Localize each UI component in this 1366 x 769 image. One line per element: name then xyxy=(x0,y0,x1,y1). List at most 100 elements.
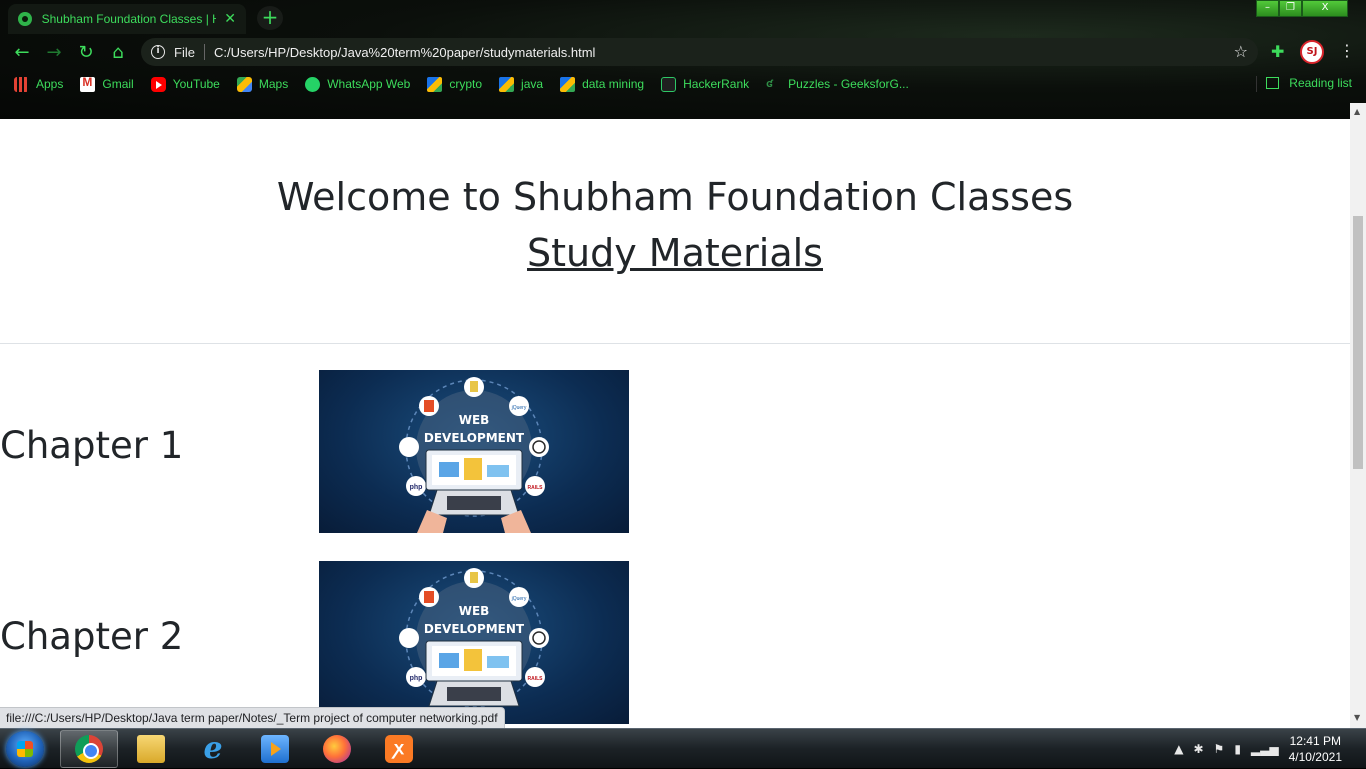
system-clock[interactable]: 12:41 PM 4/10/2021 xyxy=(1289,733,1342,765)
site-favicon-icon xyxy=(18,12,32,26)
chapter-1-label: Chapter 1 xyxy=(0,424,184,467)
bookmark-gmail[interactable]: Gmail xyxy=(80,75,134,92)
taskbar-chrome[interactable] xyxy=(60,730,118,768)
web-development-illustration: jQuery php RAILS WEB DEVELOPMENT xyxy=(399,568,549,708)
taskbar-media-player[interactable] xyxy=(246,730,304,768)
chapter-2-label: Chapter 2 xyxy=(0,615,184,658)
reading-list-icon xyxy=(1266,77,1280,89)
drive-icon xyxy=(560,76,576,92)
url-text[interactable]: C:/Users/HP/Desktop/Java%20term%20paper/… xyxy=(214,45,595,60)
page-scrollbar[interactable]: ▲ ▼ xyxy=(1350,103,1366,728)
link-status-bubble: file:///C:/Users/HP/Desktop/Java term pa… xyxy=(0,707,505,728)
bookmark-star-icon[interactable]: ☆ xyxy=(1234,42,1248,61)
image-text-development: DEVELOPMENT xyxy=(424,431,525,445)
reload-icon[interactable]: ↻ xyxy=(70,42,102,63)
power-icon[interactable]: ▮ xyxy=(1234,742,1241,756)
bookmark-crypto[interactable]: crypto xyxy=(427,76,483,92)
bookmark-label: HackerRank xyxy=(683,77,750,91)
file-explorer-icon xyxy=(137,735,165,763)
tab-close-icon[interactable]: ✕ xyxy=(224,11,236,27)
maps-icon xyxy=(236,76,252,92)
close-window-button[interactable]: X xyxy=(1302,0,1348,17)
taskbar-xampp[interactable]: ꭗ xyxy=(370,730,428,768)
taskbar-internet-explorer[interactable]: e xyxy=(184,730,242,768)
bookmark-apps[interactable]: Apps xyxy=(14,76,64,92)
action-center-flag-icon[interactable]: ⚑ xyxy=(1214,742,1225,756)
page-heading: Welcome to Shubham Foundation Classes St… xyxy=(0,169,1350,281)
scroll-up-arrow-icon[interactable]: ▲ xyxy=(1354,107,1360,116)
scroll-down-arrow-icon[interactable]: ▼ xyxy=(1354,713,1360,722)
drive-icon xyxy=(427,76,443,92)
divider xyxy=(0,343,1350,344)
chapter-2-image-link[interactable]: jQuery php RAILS WEB DEVELOPMENT xyxy=(319,561,629,724)
bookmark-whatsapp[interactable]: WhatsApp Web xyxy=(305,76,411,92)
image-text-web: WEB xyxy=(459,604,490,618)
taskbar-firefox[interactable] xyxy=(308,730,366,768)
php-badge-label: php xyxy=(410,675,423,682)
page-content: Welcome to Shubham Foundation Classes St… xyxy=(0,119,1350,728)
bookmark-data-mining[interactable]: data mining xyxy=(560,76,645,92)
tab-active[interactable]: Shubham Foundation Classes | H ✕ xyxy=(8,4,246,34)
start-button[interactable] xyxy=(6,731,44,767)
bookmark-label: WhatsApp Web xyxy=(327,77,411,91)
maximize-button[interactable]: ❐ xyxy=(1279,0,1302,17)
omnibox-divider xyxy=(203,44,205,60)
scroll-thumb[interactable] xyxy=(1353,216,1363,469)
bookmark-label: Apps xyxy=(36,77,64,91)
bluetooth-icon[interactable]: ✱ xyxy=(1193,742,1203,756)
tab-title: Shubham Foundation Classes | H xyxy=(41,12,217,26)
bookmark-label: YouTube xyxy=(172,77,220,91)
firefox-icon xyxy=(323,735,351,763)
extensions-puzzle-icon[interactable]: ✚ xyxy=(1271,42,1284,61)
media-player-icon xyxy=(261,735,289,763)
youtube-icon xyxy=(150,76,166,92)
file-scheme-label: File xyxy=(174,44,195,60)
bookmark-maps[interactable]: Maps xyxy=(236,76,289,92)
address-bar[interactable]: i File C:/Users/HP/Desktop/Java%20term%2… xyxy=(141,38,1258,66)
profile-avatar[interactable]: SJ xyxy=(1300,40,1324,64)
reading-list-button[interactable]: Reading list xyxy=(1266,76,1352,90)
bookmark-label: java xyxy=(521,77,544,91)
system-tray: ▲ ✱ ⚑ ▮ ▂▃▅ 12:41 PM 4/10/2021 xyxy=(1174,729,1366,769)
site-info-icon[interactable]: i xyxy=(151,45,165,59)
chapter-1-image-link[interactable]: jQuery php RAILS WEB DEVELOPMENT xyxy=(319,370,629,533)
whatsapp-icon xyxy=(305,76,321,92)
windows-taskbar: e ꭗ ▲ ✱ ⚑ ▮ ▂▃▅ 12:41 PM 4/10/2021 xyxy=(0,728,1366,768)
forward-arrow-icon[interactable]: → xyxy=(38,42,70,63)
bookmark-label: crypto xyxy=(449,77,483,91)
network-signal-icon[interactable]: ▂▃▅ xyxy=(1251,742,1279,756)
hackerrank-icon xyxy=(661,76,677,92)
bookmark-youtube[interactable]: YouTube xyxy=(150,76,220,92)
browser-menu-icon[interactable]: ⋮ xyxy=(1339,41,1355,60)
taskbar-file-explorer[interactable] xyxy=(122,730,180,768)
bookmark-geeksforgeeks[interactable]: ʛ Puzzles - GeeksforG... xyxy=(766,77,909,92)
home-icon[interactable]: ⌂ xyxy=(102,42,134,63)
bookmark-label: data mining xyxy=(582,77,645,91)
minimize-button[interactable]: – xyxy=(1256,0,1279,17)
geeksforgeeks-icon: ʛ xyxy=(766,77,773,90)
browser-chrome: Shubham Foundation Classes | H ✕ + – ❐ X… xyxy=(0,0,1366,119)
rails-badge-label: RAILS xyxy=(528,485,544,491)
rails-badge-label: RAILS xyxy=(528,676,544,682)
drive-icon xyxy=(499,76,515,92)
clock-time: 12:41 PM xyxy=(1289,734,1341,748)
show-hidden-icons-icon[interactable]: ▲ xyxy=(1174,742,1183,756)
image-text-web: WEB xyxy=(459,413,490,427)
gmail-icon xyxy=(80,75,96,92)
back-arrow-icon[interactable]: ← xyxy=(6,42,38,63)
bookmark-java[interactable]: java xyxy=(499,76,544,92)
jquery-badge-label: jQuery xyxy=(511,405,527,411)
reading-list-label: Reading list xyxy=(1289,76,1352,90)
bookmarks-divider xyxy=(1256,76,1257,92)
chrome-icon xyxy=(75,735,103,763)
xampp-icon: ꭗ xyxy=(385,735,413,763)
new-tab-button[interactable]: + xyxy=(257,6,283,30)
web-development-illustration: jQuery php RAILS WEB DEVELOPMENT xyxy=(399,377,549,533)
php-badge-label: php xyxy=(410,484,423,491)
clock-date: 4/10/2021 xyxy=(1288,750,1342,764)
bookmark-label: Puzzles - GeeksforG... xyxy=(788,77,909,91)
bookmark-label: Maps xyxy=(258,77,289,91)
bookmark-label: Gmail xyxy=(102,77,134,91)
bookmark-hackerrank[interactable]: HackerRank xyxy=(661,76,750,92)
browser-toolbar: ← → ↻ ⌂ i File C:/Users/HP/Desktop/Java%… xyxy=(0,36,1366,68)
